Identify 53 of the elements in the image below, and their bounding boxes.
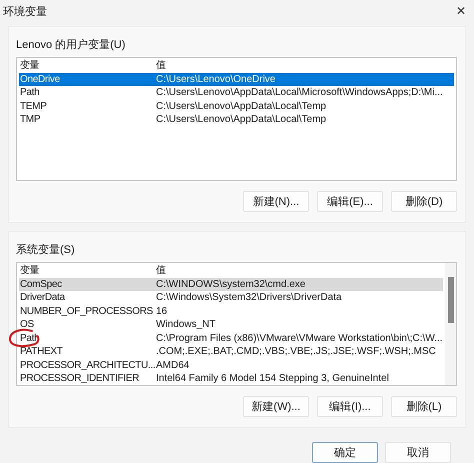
variable-value: C:\WINDOWS\system32\cmd.exe bbox=[156, 278, 306, 291]
action-button[interactable]: 编辑(E)... bbox=[317, 191, 383, 212]
column-header[interactable]: 变量 bbox=[19, 59, 156, 72]
variable-list[interactable]: 变量 值 OneDrive C:\Users\Lenovo\OneDrive Path C:\Users\Lenovo\AppData\Local\Microsoft\WindowsApps;D:\Mi... TEMP C:\Users\Lenovo\AppData\Local\Temp TMP C:\Users\Lenovo\AppData\Local\Temp bbox=[16, 57, 457, 181]
variable-value: 16 bbox=[156, 304, 168, 318]
column-header[interactable]: 值 bbox=[156, 264, 443, 278]
action-button[interactable]: 新建(W)... bbox=[243, 396, 309, 417]
variable-row[interactable]: TMP C:\Users\Lenovo\AppData\Local\Temp bbox=[19, 113, 454, 126]
variable-name: PROCESSOR_IDENTIFIER bbox=[19, 372, 140, 386]
variable-value: C:\Users\Lenovo\AppData\Local\Temp bbox=[156, 113, 328, 126]
variable-value: Intel64 Family 6 Model 154 Stepping 3, GenuineIntel bbox=[156, 372, 390, 386]
close-button[interactable]: ✕ bbox=[456, 4, 466, 18]
variable-name: NUMBER_OF_PROCESSORS bbox=[19, 304, 154, 318]
variable-row[interactable]: ComSpec C:\WINDOWS\system32\cmd.exe bbox=[19, 278, 443, 291]
variable-value: C:\Users\Lenovo\AppData\Local\Temp bbox=[156, 100, 328, 113]
variable-name: TMP bbox=[19, 113, 42, 126]
action-button[interactable]: 编辑(I)... bbox=[317, 396, 383, 417]
variable-row[interactable]: PROCESSOR_IDENTIFIER Intel64 Family 6 Model 154 Stepping 3, GenuineIntel bbox=[19, 372, 443, 386]
action-button[interactable]: 新建(N)... bbox=[243, 191, 309, 212]
variable-value: C:\Program Files (x86)\VMware\VMware Workstation\bin\;C:\W... bbox=[156, 332, 443, 345]
variable-value: C:\Users\Lenovo\AppData\Local\Microsoft\WindowsApps;D:\Mi... bbox=[156, 86, 444, 100]
variable-list[interactable] bbox=[16, 262, 457, 386]
dialog-button[interactable]: 确定 bbox=[312, 442, 378, 463]
variable-name: DriverData bbox=[19, 291, 66, 304]
variable-name: OneDrive bbox=[19, 72, 61, 86]
variable-value: C:\Windows\System32\Drivers\DriverData bbox=[156, 291, 343, 304]
variable-row[interactable]: DriverData C:\Windows\System32\Drivers\DriverData bbox=[19, 291, 443, 304]
window-title: 环境变量 bbox=[3, 4, 47, 18]
dialog-button[interactable]: 取消 bbox=[385, 442, 451, 463]
action-button[interactable]: 删除(D) bbox=[391, 191, 457, 212]
variable-name: ComSpec bbox=[19, 278, 63, 291]
variable-value: C:\Users\Lenovo\OneDrive bbox=[156, 72, 276, 86]
action-button[interactable]: 删除(L) bbox=[391, 396, 457, 417]
variable-row[interactable]: Path C:\Users\Lenovo\AppData\Local\Microsoft\WindowsApps;D:\Mi... bbox=[19, 86, 454, 100]
variable-value: AMD64 bbox=[156, 358, 190, 372]
variable-row[interactable]: PROCESSOR_ARCHITECTU...AMD64 bbox=[19, 358, 443, 372]
variable-value: .COM;.EXE;.BAT;.CMD;.VBS;.VBE;.JS;.JSE;.WSF;.WSH;.MSC bbox=[156, 345, 437, 358]
variable-name: PATHEXT bbox=[19, 345, 64, 358]
variable-name: Path bbox=[19, 86, 40, 100]
column-header[interactable]: 值 bbox=[156, 59, 454, 72]
variable-name: TEMP bbox=[19, 100, 48, 113]
scrollbar[interactable] bbox=[445, 263, 456, 385]
column-header[interactable]: 变量 bbox=[19, 264, 156, 278]
variable-row[interactable]: TEMP C:\Users\Lenovo\AppData\Local\Temp bbox=[19, 100, 454, 113]
variable-row[interactable]: OneDrive C:\Users\Lenovo\OneDrive bbox=[19, 72, 454, 86]
variable-value: Windows_NT bbox=[156, 318, 216, 332]
group-label: Lenovo 的用户变量(U) bbox=[16, 38, 126, 52]
variable-row[interactable]: PATHEXT .COM;.EXE;.BAT;.CMD;.VBS;.VBE;.JS;.JSE;.WSF;.WSH;.MSC bbox=[19, 345, 443, 358]
variable-name: PROCESSOR_ARCHITECTU... bbox=[19, 358, 156, 372]
variable-row[interactable]: NUMBER_OF_PROCESSORS 16 bbox=[19, 304, 443, 318]
group-label: 系统变量(S) bbox=[16, 242, 76, 257]
variable-row[interactable]: OS Windows_NT bbox=[19, 318, 443, 332]
variable-name: OS bbox=[19, 318, 35, 332]
